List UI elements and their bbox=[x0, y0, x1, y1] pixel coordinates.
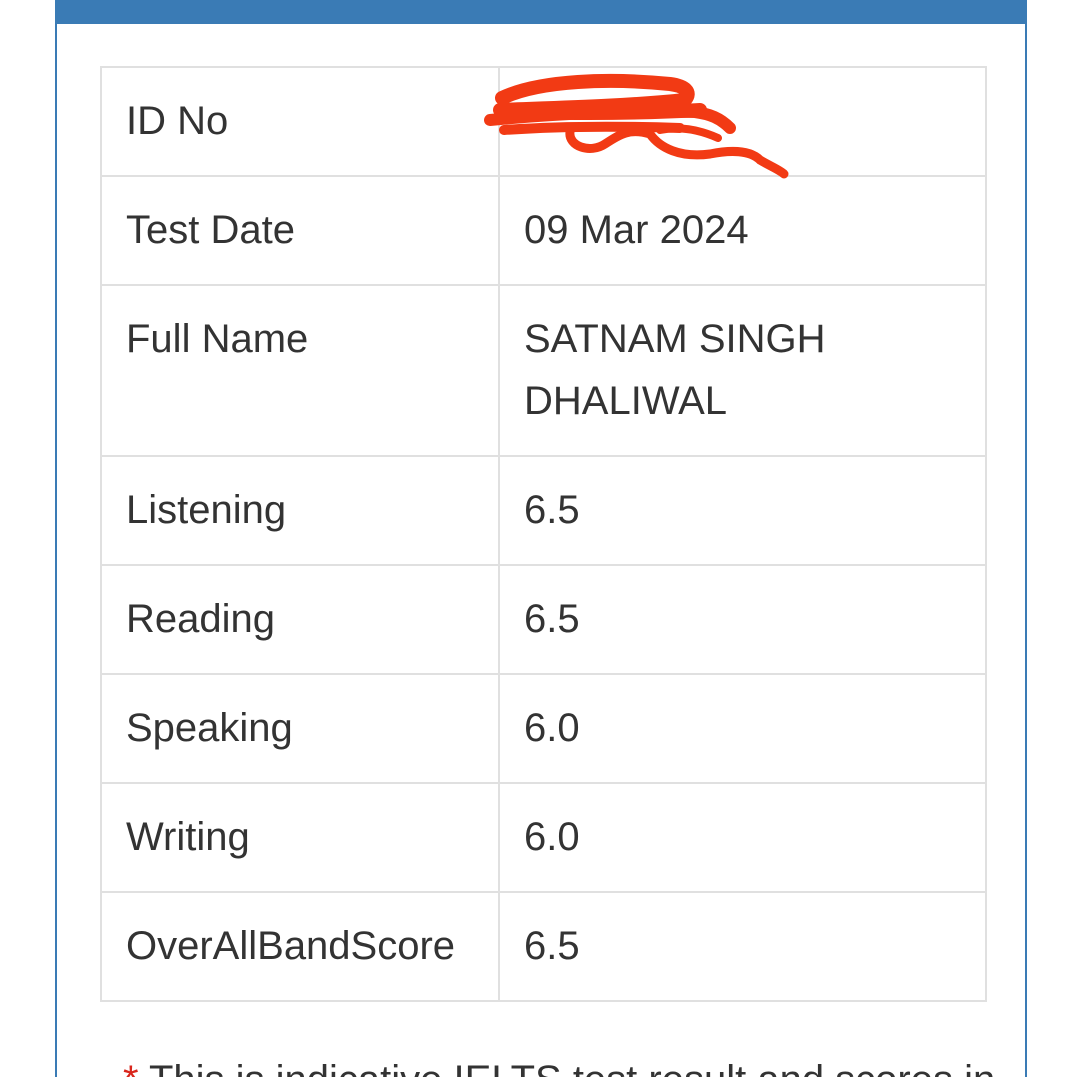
results-table: ID No Test Date 09 Mar 2024 Full Name SA… bbox=[100, 66, 987, 1002]
row-label-reading: Reading bbox=[100, 564, 500, 675]
row-value-listening: 6.5 bbox=[498, 455, 987, 566]
row-value-test-date: 09 Mar 2024 bbox=[498, 175, 987, 286]
result-panel: ID No Test Date 09 Mar 2024 Full Name SA… bbox=[55, 0, 1027, 1077]
row-label-listening: Listening bbox=[100, 455, 500, 566]
row-label-overall-band-score: OverAllBandScore bbox=[100, 891, 500, 1002]
table-row: OverAllBandScore 6.5 bbox=[100, 891, 987, 1002]
table-row: Test Date 09 Mar 2024 bbox=[100, 175, 987, 286]
panel-header-bar bbox=[57, 0, 1025, 24]
row-label-test-date: Test Date bbox=[100, 175, 500, 286]
footnote-text: This is indicative IELTS test result and… bbox=[149, 1058, 995, 1077]
table-row: Reading 6.5 bbox=[100, 564, 987, 675]
row-label-id-no: ID No bbox=[100, 66, 500, 177]
row-label-writing: Writing bbox=[100, 782, 500, 893]
row-value-speaking: 6.0 bbox=[498, 673, 987, 784]
table-row: ID No bbox=[100, 66, 987, 177]
table-row: Full Name SATNAM SINGH DHALIWAL bbox=[100, 284, 987, 457]
row-value-reading: 6.5 bbox=[498, 564, 987, 675]
table-row: Speaking 6.0 bbox=[100, 673, 987, 784]
row-value-writing: 6.0 bbox=[498, 782, 987, 893]
row-label-speaking: Speaking bbox=[100, 673, 500, 784]
row-value-id-no bbox=[498, 66, 987, 177]
table-row: Writing 6.0 bbox=[100, 782, 987, 893]
row-value-full-name: SATNAM SINGH DHALIWAL bbox=[498, 284, 987, 457]
row-label-full-name: Full Name bbox=[100, 284, 500, 457]
row-value-overall-band-score: 6.5 bbox=[498, 891, 987, 1002]
footnote: * This is indicative IELTS test result a… bbox=[123, 1058, 1023, 1077]
table-row: Listening 6.5 bbox=[100, 455, 987, 566]
required-star: * bbox=[123, 1058, 139, 1077]
